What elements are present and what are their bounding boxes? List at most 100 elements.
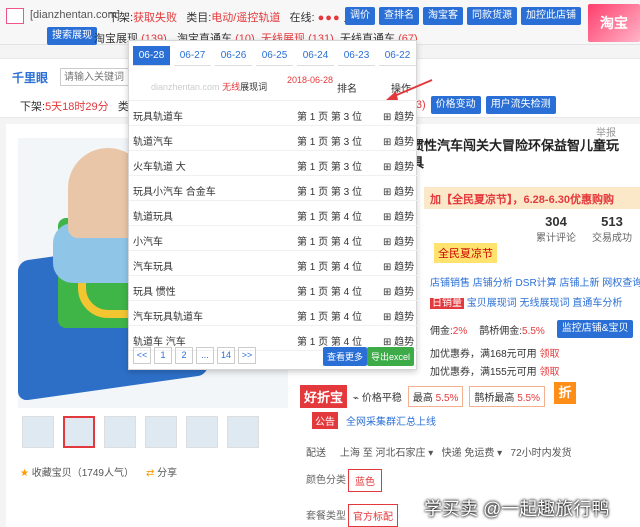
star-icon: ★ — [20, 468, 29, 479]
table-row: 火车轨道 大第 1 页 第 3 位 ⊞ 趋势 — [129, 151, 418, 176]
date-tab[interactable]: 06-24 — [297, 46, 334, 66]
product-title: 惯性汽车闯关大冒险环保益智儿童玩具 — [411, 138, 620, 170]
coupon-claim-link[interactable]: 领取 — [539, 349, 559, 360]
rank-rows: 玩具轨道车第 1 页 第 3 位 ⊞ 趋势 轨道汽车第 1 页 第 3 位 ⊞ 趋势… — [129, 101, 418, 351]
thumbnail[interactable] — [104, 416, 136, 448]
monitor-button[interactable]: 监控店铺&宝贝 — [556, 320, 634, 338]
trend-link[interactable]: ⊞ 趋势 — [383, 258, 414, 273]
product-stats: 304 累计评论 513 交易成功 — [536, 214, 632, 244]
item-info-row: 下架:获取失败 类目:电动/遥控轨道 在线: ●●● 人 — [108, 9, 355, 25]
date-tabs: 06-28 06-27 06-26 06-25 06-24 06-23 06-2… — [133, 46, 416, 66]
coupons-list: 加优惠券，满168元可用 领取 加优惠券，满155元可用 领取 — [430, 349, 560, 378]
queqiao-commission[interactable]: 鹊桥最高 5.5% — [469, 385, 545, 407]
same-source-button[interactable]: 同款货源 — [467, 7, 517, 25]
haozhebao-bar: 好折宝 ⌁ 价格平稳 最高 5.5% 鹊桥最高 5.5% — [300, 384, 580, 408]
thumbnail[interactable] — [227, 416, 259, 448]
commission-row: 佣金:2% 鹊桥佣金:5.5% 监控店铺&宝贝 — [430, 320, 634, 338]
thumbnail-strip — [22, 416, 259, 448]
keyword-header: dianzhentan.com 无线展现词 — [151, 82, 268, 92]
table-row: 汽车玩具第 1 页 第 4 位 ⊞ 趋势 — [129, 251, 418, 276]
item-links-row[interactable]: 日销量 宝贝展现词 无线展现词 直通车分析 — [430, 294, 622, 309]
announcement-row: 公告 全网采集群汇总上线 — [312, 412, 436, 429]
reviews-stat: 304 累计评论 — [536, 214, 576, 244]
search-exposure-tab[interactable]: 搜索展现 — [47, 27, 97, 45]
export-excel-button[interactable]: 导出excel — [367, 347, 415, 366]
annotation-arrow-icon — [386, 79, 433, 100]
trend-link[interactable]: ⊞ 趋势 — [383, 183, 414, 198]
trend-link[interactable]: ⊞ 趋势 — [383, 283, 414, 298]
taobaoke-button[interactable]: 淘宝客 — [423, 7, 463, 25]
set-label: 套餐类型 — [306, 511, 346, 522]
table-row: 轨道汽车第 1 页 第 3 位 ⊞ 趋势 — [129, 126, 418, 151]
trend-link[interactable]: ⊞ 趋势 — [383, 208, 414, 223]
date-tab[interactable]: 06-26 — [215, 46, 252, 66]
table-row: 玩具 惯性第 1 页 第 4 位 ⊞ 趋势 — [129, 276, 418, 301]
share-link[interactable]: ⇄ 分享 — [146, 464, 177, 479]
page-button[interactable]: 14 — [217, 347, 235, 364]
thumbnail-video-icon[interactable] — [22, 416, 54, 448]
table-row: 玩具小汽车 合金车第 1 页 第 3 位 ⊞ 趋势 — [129, 176, 418, 201]
table-row: 小汽车第 1 页 第 4 位 ⊞ 趋势 — [129, 226, 418, 251]
sales-stat: 513 交易成功 — [592, 214, 632, 244]
thumbnail[interactable] — [145, 416, 177, 448]
color-label: 颜色分类 — [306, 475, 346, 486]
chart-icon: ⌁ — [353, 392, 360, 404]
table-header: dianzhentan.com 无线展现词 2018-06-28 排名 操作 — [129, 73, 418, 101]
date-tab[interactable]: 06-22 — [379, 46, 416, 66]
express-select[interactable]: 快递 免运费 ▾ — [442, 448, 503, 459]
trend-link[interactable]: ⊞ 趋势 — [383, 308, 414, 323]
coupon-claim-link[interactable]: 领取 — [539, 367, 559, 378]
summer-badge: 全民夏凉节 — [434, 243, 497, 263]
highest-commission[interactable]: 最高 5.5% — [407, 385, 464, 407]
price-compare-link[interactable]: ⌁ 价格平稳 — [353, 389, 402, 404]
shelf-value: 获取失败 — [133, 12, 178, 24]
ad-banner[interactable]: 淘宝 — [588, 4, 640, 42]
trend-link[interactable]: ⊞ 趋势 — [383, 133, 414, 148]
date-tab[interactable]: 06-25 — [256, 46, 293, 66]
category-value: 电动/遥控轨道 — [211, 12, 281, 24]
online-dots-icon: ●●● — [317, 12, 341, 24]
haozhebao-logo: 好折宝 — [300, 384, 348, 408]
announcement-tag: 公告 — [312, 412, 338, 429]
view-more-button[interactable]: 查看更多 — [323, 347, 368, 366]
color-option[interactable]: 蓝色 — [348, 469, 382, 492]
keyword-input[interactable] — [60, 68, 135, 86]
thumbnail[interactable] — [63, 416, 95, 448]
pagination: << 1 2 ... 14 >> — [133, 347, 256, 364]
shop-links-row[interactable]: 店铺销售 店铺分析 DSR计算 店铺上新 网权查询 — [430, 274, 640, 289]
promo-banner: 加【全民夏凉节】，6.28-6.30优惠购购 — [424, 187, 640, 209]
site-link[interactable]: [dianzhentan.com] — [30, 9, 120, 21]
thumbnail[interactable] — [186, 416, 218, 448]
rank-button[interactable]: 查排名 — [379, 7, 419, 25]
page-button[interactable]: 1 — [154, 347, 172, 364]
favorite-link[interactable]: ★ 收藏宝贝（1749人气） — [20, 464, 134, 479]
trend-link[interactable]: ⊞ 趋势 — [383, 108, 414, 123]
rank-header: 排名 — [337, 84, 357, 95]
video-watermark: 学买卖 @一起趣旅行鸭 — [424, 499, 610, 519]
qianliyan-logo: 千里眼 — [12, 71, 49, 85]
date-tab[interactable]: 06-28 — [133, 46, 170, 66]
page-first-button[interactable]: << — [133, 347, 151, 364]
trend-link[interactable]: ⊞ 趋势 — [383, 333, 414, 348]
page-last-button[interactable]: >> — [238, 347, 256, 364]
monitor-shop-button[interactable]: 加控此店铺 — [521, 7, 581, 25]
set-option[interactable]: 官方标配 — [348, 504, 398, 527]
trend-link[interactable]: ⊞ 趋势 — [383, 233, 414, 248]
page-button[interactable]: 2 — [175, 347, 193, 364]
share-icon: ⇄ — [146, 468, 155, 479]
date-tab[interactable]: 06-23 — [338, 46, 375, 66]
plugin-logo-icon — [6, 8, 24, 24]
category-label: 类目: — [186, 12, 212, 24]
user-check-button[interactable]: 用户流失检测 — [485, 96, 556, 114]
table-row: 汽车玩具轨道车第 1 页 第 4 位 ⊞ 趋势 — [129, 301, 418, 326]
adjust-price-button[interactable]: 调价 — [345, 7, 375, 25]
date-tab[interactable]: 06-27 — [174, 46, 211, 66]
table-row: 玩具轨道车第 1 页 第 3 位 ⊞ 趋势 — [129, 101, 418, 126]
trend-link[interactable]: ⊞ 趋势 — [383, 158, 414, 173]
price-change-button[interactable]: 价格变动 — [430, 96, 481, 114]
shelf-label: 下架: — [108, 12, 134, 24]
announcement-link[interactable]: 全网采集群汇总上线 — [346, 413, 436, 428]
zhe-badge[interactable]: 折 — [554, 382, 576, 404]
page-ellipsis: ... — [196, 347, 214, 364]
destination-select[interactable]: 至 河北石家庄 ▾ — [363, 448, 434, 459]
